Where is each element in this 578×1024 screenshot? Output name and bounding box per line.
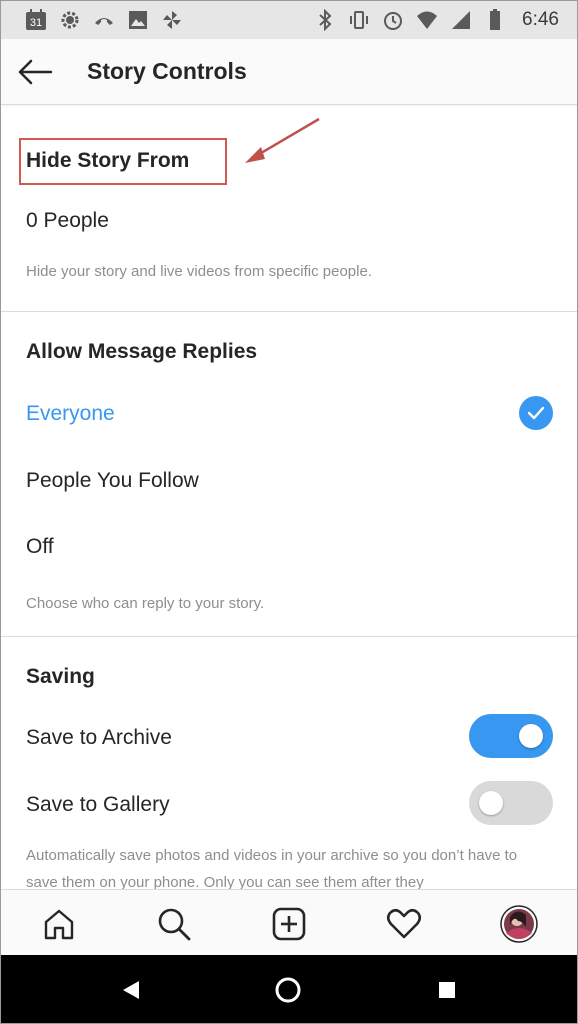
bottom-tab-bar (1, 889, 577, 956)
back-button[interactable] (15, 55, 55, 89)
reply-option-off[interactable]: Off (1, 535, 577, 571)
tab-home[interactable] (39, 904, 79, 944)
nav-back-button[interactable] (116, 975, 146, 1005)
nav-recents-button[interactable] (432, 975, 462, 1005)
save-to-gallery-toggle[interactable] (469, 781, 553, 825)
pinwheel-icon (161, 9, 183, 31)
page-title: Story Controls (87, 58, 247, 84)
hide-story-people-row[interactable]: 0 People (1, 209, 577, 241)
missed-call-icon (93, 9, 115, 31)
reply-option-everyone[interactable]: Everyone (1, 402, 577, 438)
highlight-box (19, 138, 227, 185)
status-right-icons: 6:46 (314, 9, 559, 31)
saving-section: Saving Save to Archive Save to Gallery A… (1, 637, 577, 891)
hide-story-help: Hide your story and live videos from spe… (26, 263, 372, 280)
tab-activity[interactable] (384, 904, 424, 944)
status-bar: 31 6:46 (1, 1, 577, 39)
selected-check-icon (519, 396, 553, 430)
reply-option-people-you-follow[interactable]: People You Follow (1, 469, 577, 505)
battery-icon (484, 9, 506, 31)
wifi-icon (416, 9, 438, 31)
android-nav-bar (1, 955, 577, 1023)
message-replies-heading: Allow Message Replies (26, 340, 258, 363)
tab-profile[interactable] (499, 904, 539, 944)
profile-avatar (500, 905, 538, 943)
save-to-gallery-label: Save to Gallery (26, 793, 170, 816)
home-icon (44, 909, 74, 940)
back-triangle-icon (123, 981, 139, 999)
message-replies-section: Allow Message Replies Everyone People Yo… (1, 312, 577, 636)
annotation-arrow (245, 117, 320, 163)
reply-option-label: Everyone (26, 402, 115, 425)
home-circle-icon (275, 977, 301, 1003)
settings-content: Hide Story From 0 People Hide your story… (1, 105, 577, 891)
toggle-knob (519, 724, 543, 748)
reply-option-label: Off (26, 535, 54, 558)
save-to-archive-toggle[interactable] (469, 714, 553, 758)
status-time: 6:46 (522, 9, 559, 30)
hide-story-count: 0 People (26, 209, 109, 232)
signal-icon (450, 9, 472, 31)
search-icon (158, 908, 191, 941)
status-left-icons: 31 (25, 9, 183, 31)
tab-search[interactable] (154, 904, 194, 944)
message-replies-help: Choose who can reply to your story. (26, 595, 265, 612)
settings-gear-icon (59, 9, 81, 31)
vibrate-icon (348, 9, 370, 31)
bluetooth-icon (314, 9, 336, 31)
calendar-day: 31 (30, 17, 42, 29)
recents-square-icon (439, 982, 455, 998)
calendar-icon: 31 (25, 9, 47, 31)
reply-option-label: People You Follow (26, 469, 199, 492)
image-icon (127, 9, 149, 31)
nav-home-button[interactable] (273, 975, 303, 1005)
app-frame: 31 6:46 Story Controls Hide Story From 0… (0, 0, 578, 1024)
saving-heading: Saving (26, 665, 95, 688)
save-to-archive-label: Save to Archive (26, 726, 172, 749)
toggle-knob (479, 791, 503, 815)
new-post-icon (272, 907, 306, 941)
alarm-icon (382, 9, 404, 31)
activity-heart-icon (386, 908, 422, 939)
top-nav-bar: Story Controls (1, 39, 577, 105)
back-arrow-icon (18, 59, 53, 85)
tab-new-post[interactable] (269, 904, 309, 944)
saving-help: Automatically save photos and videos in … (26, 847, 518, 891)
